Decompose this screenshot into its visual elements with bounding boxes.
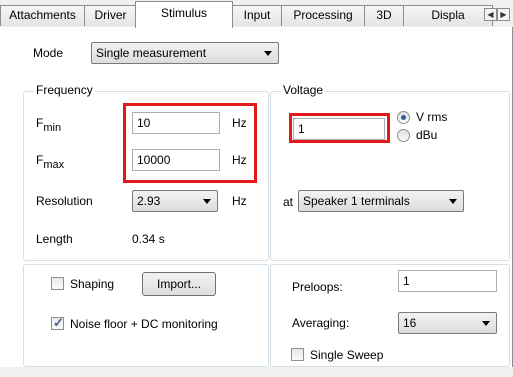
chevron-down-icon: [449, 199, 457, 204]
mode-select[interactable]: Single measurement: [91, 42, 279, 64]
averaging-select-value: 16: [403, 316, 417, 330]
mode-select-value: Single measurement: [96, 46, 207, 60]
fmax-label: Fmax: [36, 153, 64, 171]
chevron-down-icon: [482, 321, 490, 326]
tab-attachments[interactable]: Attachments: [0, 5, 85, 26]
checkmark-icon: ✓: [53, 315, 64, 330]
shaping-checkbox[interactable]: [51, 277, 64, 290]
resolution-select-value: 2.93: [137, 194, 161, 208]
at-label: at: [283, 195, 294, 209]
single-sweep-checkbox[interactable]: [291, 348, 304, 361]
length-value: 0.34 s: [132, 232, 165, 246]
tab-driver[interactable]: Driver: [84, 5, 137, 26]
chevron-down-icon: [203, 199, 211, 204]
single-sweep-label: Single Sweep: [310, 348, 384, 362]
terminal-select[interactable]: Speaker 1 terminals: [298, 190, 464, 212]
preloops-input[interactable]: 1: [398, 270, 497, 292]
preloops-label: Preloops:: [292, 280, 343, 294]
dbu-radio[interactable]: [397, 129, 410, 142]
tab-bar: Attachments Driver Stimulus Input Proces…: [0, 0, 513, 28]
voltage-group-title: Voltage: [281, 83, 326, 97]
fmin-label-sub: min: [43, 122, 62, 134]
tab-3d[interactable]: 3D: [364, 5, 404, 26]
tab-stimulus[interactable]: Stimulus: [135, 1, 233, 28]
fmax-input[interactable]: 10000: [132, 149, 220, 171]
tab-processing[interactable]: Processing: [281, 5, 365, 26]
import-button[interactable]: Import...: [142, 272, 216, 296]
vrms-radio[interactable]: [397, 111, 410, 124]
resolution-unit: Hz: [232, 194, 247, 208]
mode-label: Mode: [33, 46, 64, 60]
fmin-input[interactable]: 10: [132, 112, 220, 134]
frequency-group-title: Frequency: [34, 83, 95, 97]
tab-display[interactable]: Displa: [403, 5, 493, 26]
resolution-label: Resolution: [36, 194, 93, 208]
vrms-label: V rms: [416, 110, 448, 124]
stimulus-panel: Mode Single measurement Frequency Fmin 1…: [0, 27, 513, 367]
noise-floor-checkbox[interactable]: ✓: [51, 315, 64, 330]
resolution-select[interactable]: 2.93: [132, 190, 218, 212]
length-label: Length: [36, 232, 73, 246]
fmin-label: Fmin: [36, 116, 61, 134]
fmin-unit: Hz: [232, 116, 247, 130]
averaging-select[interactable]: 16: [398, 312, 497, 334]
tab-scroll-right-icon[interactable]: ▶: [497, 8, 510, 21]
fmax-unit: Hz: [232, 153, 247, 167]
voltage-group: [270, 91, 510, 261]
dbu-label: dBu: [416, 128, 438, 142]
fmax-label-sub: max: [43, 159, 65, 171]
terminal-select-value: Speaker 1 terminals: [303, 194, 410, 208]
tab-input[interactable]: Input: [232, 5, 282, 26]
averaging-label: Averaging:: [292, 316, 350, 330]
shaping-label: Shaping: [70, 277, 115, 291]
voltage-input[interactable]: 1: [293, 118, 385, 140]
chevron-down-icon: [264, 51, 272, 56]
radio-selected-dot: [401, 115, 406, 120]
noise-floor-label: Noise floor + DC monitoring: [70, 317, 218, 331]
tab-scroll-left-icon[interactable]: ◀: [484, 8, 497, 21]
